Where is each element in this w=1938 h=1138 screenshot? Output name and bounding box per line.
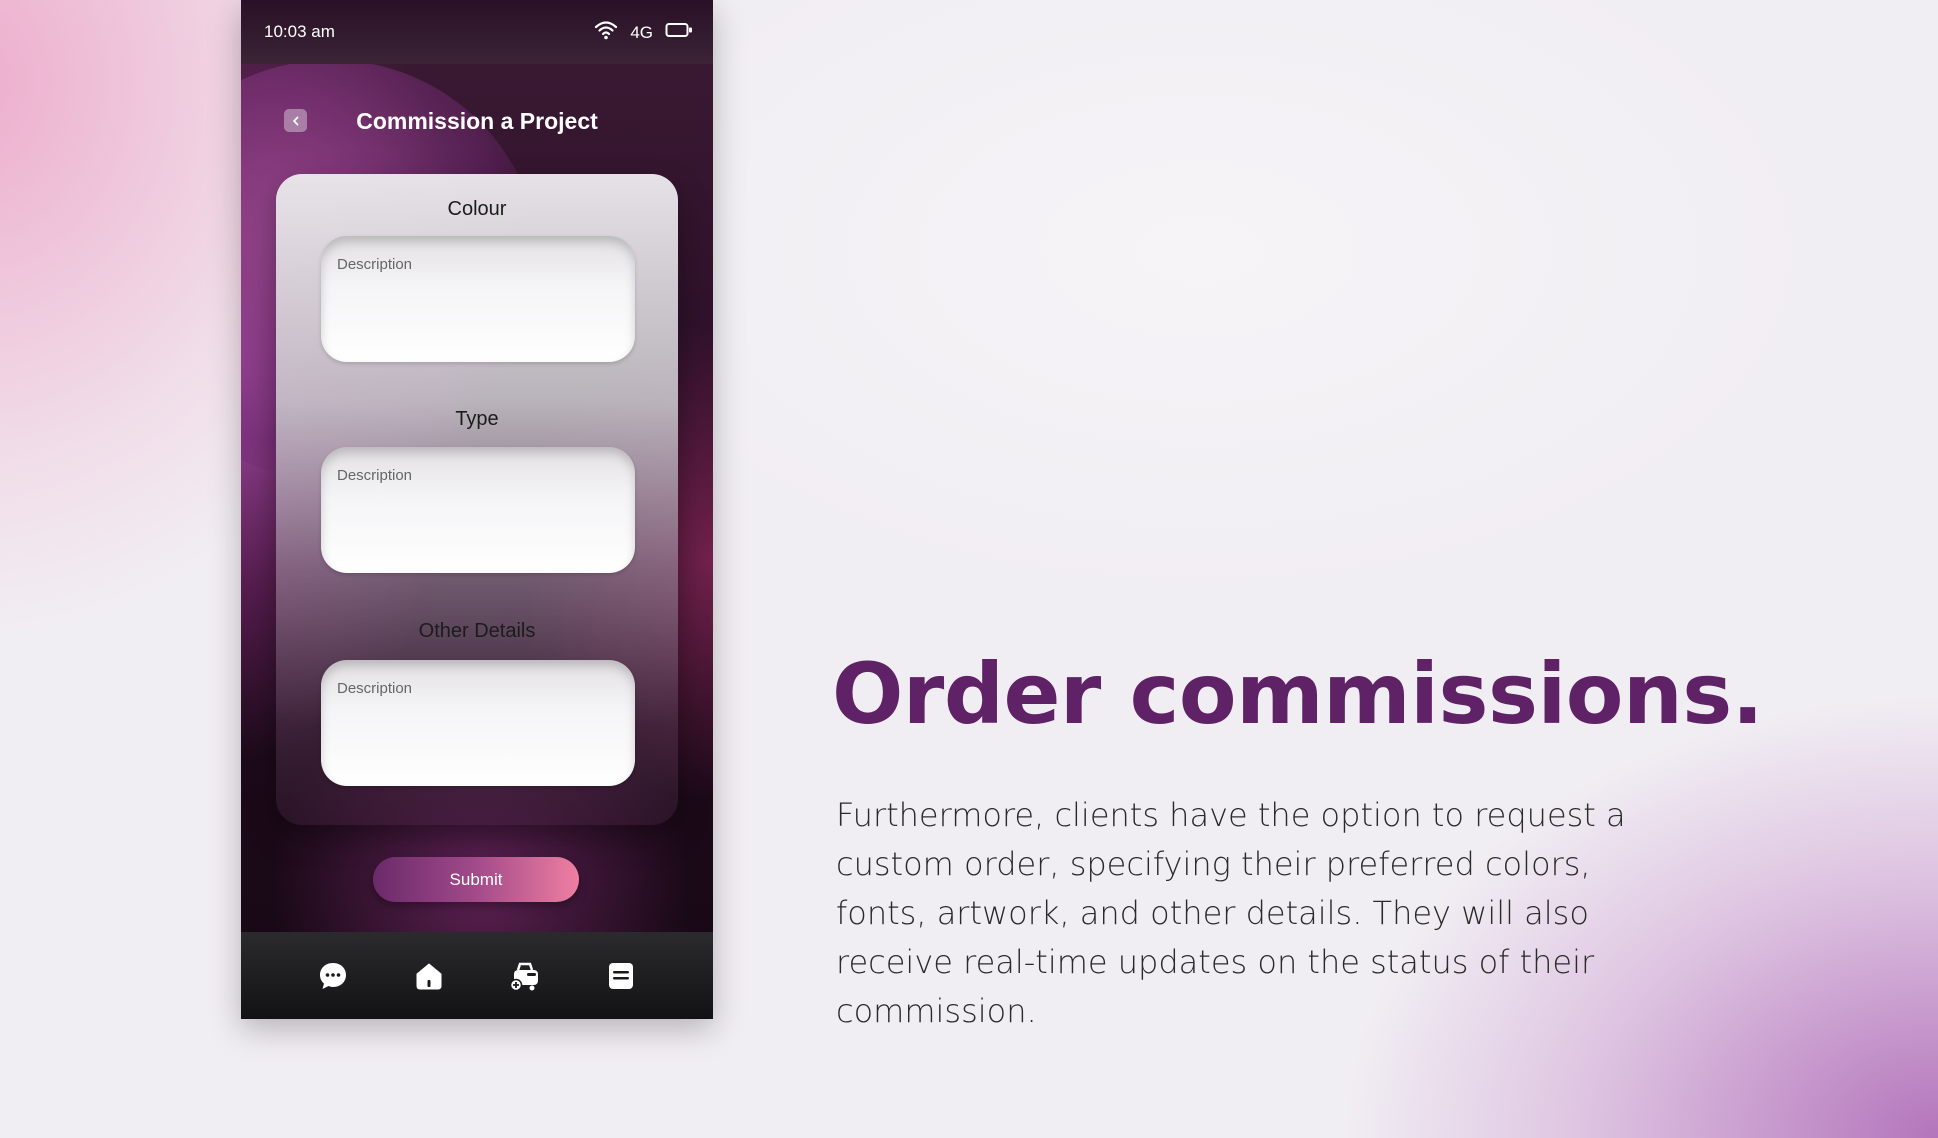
status-time: 10:03 am (264, 22, 335, 41)
type-label: Type (455, 408, 499, 430)
colour-description-field[interactable]: Description (321, 236, 635, 362)
status-bar: 10:03 am 4G (241, 0, 713, 64)
chat-bubble-icon[interactable] (315, 958, 351, 994)
wifi-icon (594, 20, 618, 45)
other-details-label: Other Details (418, 620, 536, 642)
bottom-tab-bar (241, 932, 713, 1019)
cart-add-icon[interactable] (507, 958, 543, 994)
battery-icon (665, 22, 693, 43)
commission-form-card: Colour Description Type Description Othe… (276, 174, 678, 825)
type-description-field[interactable]: Description (321, 447, 635, 573)
phone-mockup: 10:03 am 4G Commission a Project Colour … (241, 0, 713, 1019)
marketing-body: Furthermore, clients have the option to … (836, 796, 1626, 1030)
marketing-headline: Order commissions. (832, 645, 1764, 743)
submit-button[interactable]: Submit (373, 857, 579, 902)
other-details-description-field[interactable]: Description (321, 660, 635, 786)
page-title: Commission a Project (356, 108, 598, 134)
status-icons: 4G (594, 20, 693, 45)
orders-list-icon[interactable] (603, 958, 639, 994)
home-icon[interactable] (411, 958, 447, 994)
network-label: 4G (630, 22, 653, 42)
colour-label: Colour (447, 198, 507, 220)
